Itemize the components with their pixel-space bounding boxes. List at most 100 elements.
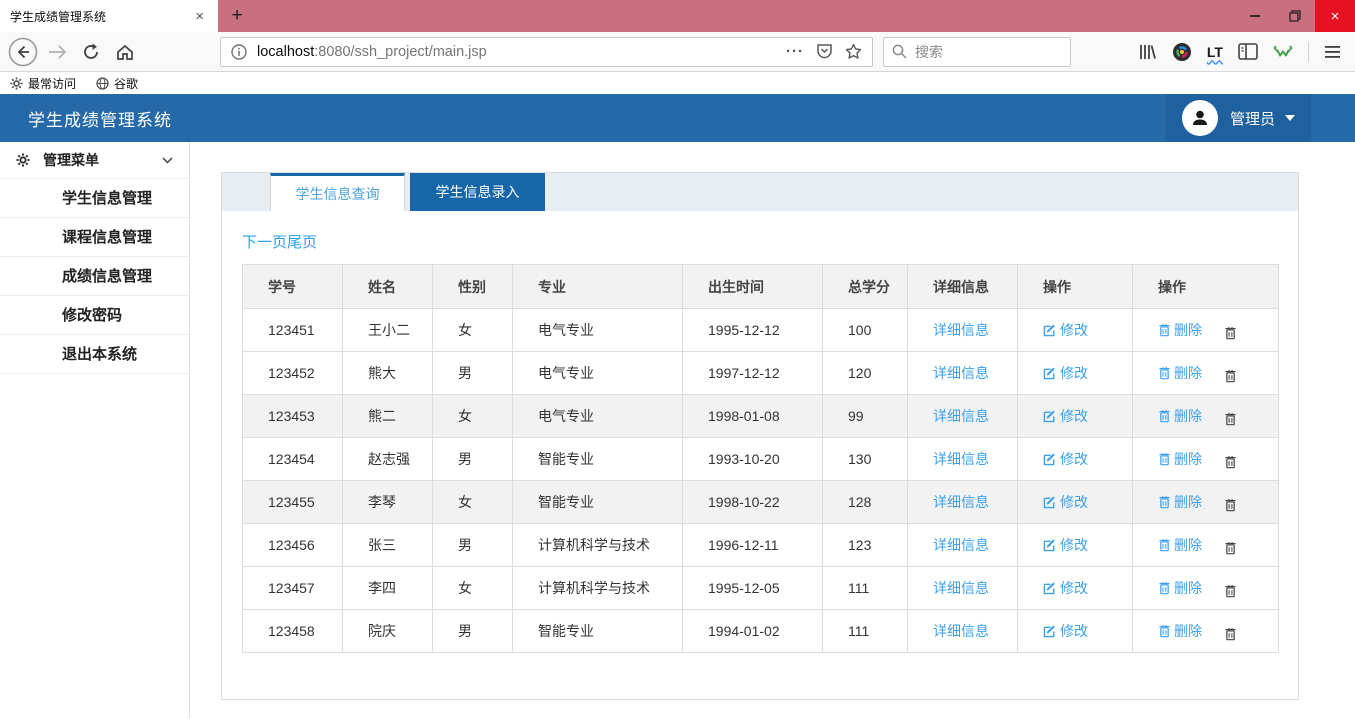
detail-link[interactable]: 详细信息 xyxy=(933,580,989,596)
cell-birth-date: 1998-01-08 xyxy=(683,395,823,438)
trash-icon[interactable] xyxy=(1224,455,1237,469)
next-page-link[interactable]: 下一页 xyxy=(242,234,287,251)
bookmark-frequent[interactable]: 最常访问 xyxy=(10,75,76,92)
edit-link[interactable]: 修改 xyxy=(1043,535,1088,555)
cell-edit: 修改 xyxy=(1018,524,1133,567)
edit-link[interactable]: 修改 xyxy=(1043,578,1088,598)
sidebar-item-change-password[interactable]: 修改密码 xyxy=(0,296,189,335)
table-header-row: 学号 姓名 性别 专业 出生时间 总学分 详细信息 操作 操作 xyxy=(243,265,1279,309)
sidebar-toggle-icon[interactable] xyxy=(1238,43,1258,60)
cell-birth-date: 1994-01-02 xyxy=(683,610,823,653)
sidebar-item-grade-info[interactable]: 成绩信息管理 xyxy=(0,257,189,296)
cell-student-id: 123458 xyxy=(243,610,343,653)
trash-icon[interactable] xyxy=(1224,584,1237,598)
detail-link[interactable]: 详细信息 xyxy=(933,451,989,467)
avatar xyxy=(1182,100,1218,136)
edit-link[interactable]: 修改 xyxy=(1043,406,1088,426)
sidebar-item-course-info[interactable]: 课程信息管理 xyxy=(0,218,189,257)
table-row: 123454 赵志强 男 智能专业 1993-10-20 130 详细信息 修改 xyxy=(243,438,1279,481)
sidebar-menu-header[interactable]: 管理菜单 xyxy=(0,142,189,179)
home-button[interactable] xyxy=(108,36,142,68)
cell-major: 电气专业 xyxy=(513,395,683,438)
languagetool-icon[interactable]: LT xyxy=(1207,44,1223,60)
trash-icon xyxy=(1158,538,1171,552)
detail-link[interactable]: 详细信息 xyxy=(933,365,989,381)
trash-icon[interactable] xyxy=(1224,412,1237,426)
minimize-button[interactable] xyxy=(1235,0,1275,32)
lens-addon-icon[interactable] xyxy=(1172,42,1192,62)
tab-student-entry[interactable]: 学生信息录入 xyxy=(410,173,545,211)
detail-link[interactable]: 详细信息 xyxy=(933,623,989,639)
trash-icon xyxy=(1158,323,1171,337)
sidebar-item-student-info[interactable]: 学生信息管理 xyxy=(0,179,189,218)
edit-icon xyxy=(1043,409,1057,423)
url-path: :8080/ssh_project/main.jsp xyxy=(314,44,487,60)
col-action-delete: 操作 xyxy=(1133,265,1279,309)
search-box[interactable] xyxy=(883,37,1071,67)
forward-button[interactable] xyxy=(40,36,74,68)
edit-link[interactable]: 修改 xyxy=(1043,320,1088,340)
back-icon xyxy=(8,37,38,67)
edit-icon xyxy=(1043,624,1057,638)
browser-tab-title: 学生成绩管理系统 xyxy=(10,8,191,25)
browser-tab[interactable]: 学生成绩管理系统 × xyxy=(0,0,218,32)
wappalyzer-icon[interactable] xyxy=(1273,42,1293,62)
edit-link[interactable]: 修改 xyxy=(1043,621,1088,641)
site-info-icon[interactable] xyxy=(231,44,247,60)
delete-link[interactable]: 删除 xyxy=(1158,535,1202,555)
last-page-link[interactable]: 尾页 xyxy=(287,234,317,251)
search-input[interactable] xyxy=(915,44,1045,60)
cell-edit: 修改 xyxy=(1018,309,1133,352)
delete-link[interactable]: 删除 xyxy=(1158,578,1202,598)
cell-student-id: 123452 xyxy=(243,352,343,395)
user-menu-button[interactable]: 管理员 xyxy=(1166,94,1311,142)
bookmark-google[interactable]: 谷歌 xyxy=(96,75,138,92)
pocket-icon[interactable] xyxy=(816,43,833,60)
page-actions-icon[interactable]: ··· xyxy=(786,43,804,60)
delete-link-label: 删除 xyxy=(1174,363,1202,383)
cell-birth-date: 1996-12-11 xyxy=(683,524,823,567)
delete-link[interactable]: 删除 xyxy=(1158,363,1202,383)
edit-icon xyxy=(1043,495,1057,509)
tab-close-icon[interactable]: × xyxy=(191,8,208,25)
delete-link[interactable]: 删除 xyxy=(1158,621,1202,641)
trash-icon[interactable] xyxy=(1224,369,1237,383)
url-domain: localhost xyxy=(257,44,314,60)
menu-hamburger-icon[interactable] xyxy=(1324,45,1341,59)
sidebar-item-logout[interactable]: 退出本系统 xyxy=(0,335,189,374)
edit-link[interactable]: 修改 xyxy=(1043,363,1088,383)
edit-link[interactable]: 修改 xyxy=(1043,492,1088,512)
globe-icon xyxy=(96,77,109,90)
delete-link-label: 删除 xyxy=(1174,621,1202,641)
detail-link[interactable]: 详细信息 xyxy=(933,537,989,553)
edit-link[interactable]: 修改 xyxy=(1043,449,1088,469)
delete-link[interactable]: 删除 xyxy=(1158,449,1202,469)
delete-link[interactable]: 删除 xyxy=(1158,320,1202,340)
close-button[interactable]: × xyxy=(1315,0,1355,32)
table-row: 123452 熊大 男 电气专业 1997-12-12 120 详细信息 修改 xyxy=(243,352,1279,395)
table-row: 123457 李四 女 计算机科学与技术 1995-12-05 111 详细信息… xyxy=(243,567,1279,610)
bookmark-star-icon[interactable] xyxy=(845,43,862,60)
back-button[interactable] xyxy=(6,36,40,68)
delete-link[interactable]: 删除 xyxy=(1158,492,1202,512)
cell-student-id: 123451 xyxy=(243,309,343,352)
new-tab-button[interactable]: + xyxy=(218,0,256,32)
library-icon[interactable] xyxy=(1137,43,1157,61)
cell-student-id: 123455 xyxy=(243,481,343,524)
trash-icon[interactable] xyxy=(1224,541,1237,555)
tab-student-query[interactable]: 学生信息查询 xyxy=(270,173,405,211)
cell-delete: 删除 xyxy=(1133,352,1279,395)
detail-link[interactable]: 详细信息 xyxy=(933,408,989,424)
trash-icon[interactable] xyxy=(1224,627,1237,641)
detail-link[interactable]: 详细信息 xyxy=(933,322,989,338)
maximize-button[interactable] xyxy=(1275,0,1315,32)
delete-link[interactable]: 删除 xyxy=(1158,406,1202,426)
delete-link-label: 删除 xyxy=(1174,406,1202,426)
trash-icon[interactable] xyxy=(1224,498,1237,512)
trash-icon[interactable] xyxy=(1224,326,1237,340)
refresh-button[interactable] xyxy=(74,36,108,68)
panel-content: 下一页尾页 学号 姓名 性别 专业 出生时间 xyxy=(222,211,1298,653)
detail-link[interactable]: 详细信息 xyxy=(933,494,989,510)
url-bar[interactable]: localhost:8080/ssh_project/main.jsp ··· xyxy=(220,37,873,67)
caret-down-icon xyxy=(1285,115,1295,121)
